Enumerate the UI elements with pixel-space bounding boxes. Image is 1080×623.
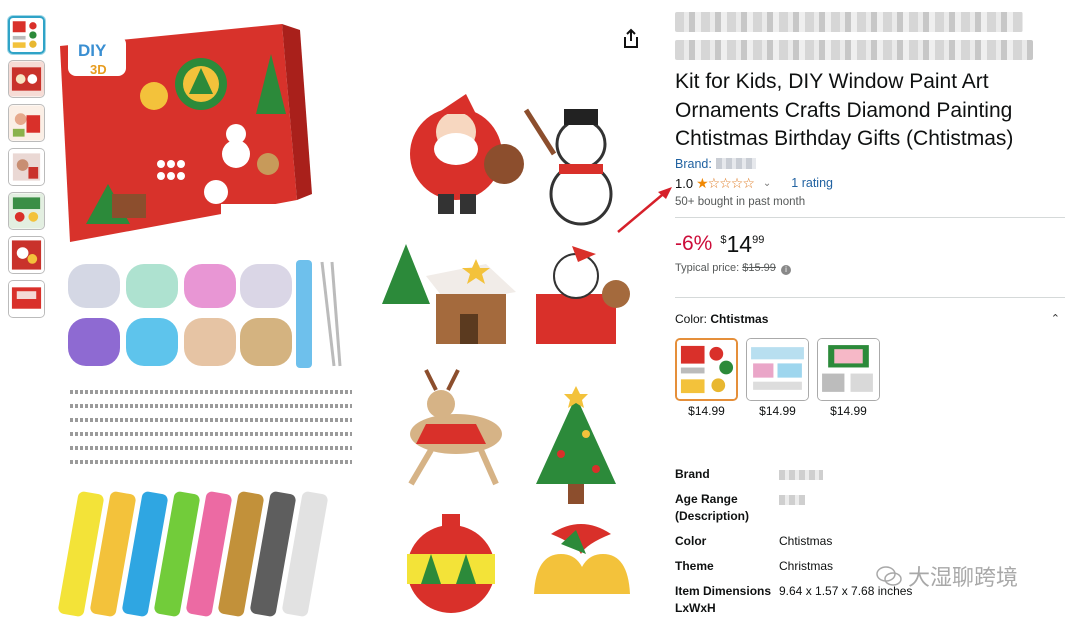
thumbnail-strip	[8, 16, 46, 324]
brand-value-blurred	[779, 469, 823, 480]
color-swatch[interactable]: $14.99	[675, 337, 738, 418]
brand-name-blurred	[715, 158, 756, 169]
info-icon[interactable]: i	[780, 264, 791, 275]
blurred-title-line-1	[675, 12, 1023, 32]
star-empty-icon: ☆	[719, 174, 732, 191]
spec-key: Age Range (Description)	[675, 492, 750, 523]
bought-count: 50+ bought in past month	[675, 195, 806, 208]
typical-price-label: Typical price:	[675, 261, 740, 274]
color-swatch[interactable]: $14.99	[817, 337, 880, 418]
color-swatches: $14.99 $14.99 $14.99	[675, 337, 1065, 418]
thumbnail-3[interactable]	[8, 104, 45, 142]
product-box-art: DIY 3D	[60, 24, 312, 242]
watermark: 大湿聊跨境	[876, 560, 1018, 592]
share-icon[interactable]	[621, 28, 641, 50]
product-info-panel: Kit for Kids, DIY Window Paint Art Ornam…	[675, 12, 1065, 418]
annotation-arrow	[617, 187, 672, 233]
thumbnail-1[interactable]	[8, 16, 45, 54]
wechat-icon	[876, 566, 902, 586]
main-product-image[interactable]: DIY 3D	[56, 14, 646, 619]
thumbnail-6[interactable]	[8, 236, 45, 274]
color-label: Color:	[675, 311, 708, 326]
brand-label: Brand:	[675, 156, 712, 171]
swatch-price: $14.99	[759, 403, 796, 418]
swatch-image	[675, 337, 738, 401]
age-value-blurred	[779, 494, 805, 505]
spec-key: Color	[675, 534, 707, 548]
star-empty-icon: ☆	[730, 174, 744, 191]
spec-key: Item Dimensions LxWxH	[675, 584, 772, 615]
swatch-price: $14.99	[688, 403, 725, 418]
brand-link[interactable]: Brand:	[675, 157, 1065, 171]
spec-row: Brand	[675, 466, 975, 483]
thumbnail-5[interactable]	[8, 192, 45, 230]
spec-value	[779, 466, 823, 483]
typical-price-value: $15.99	[742, 261, 776, 274]
spec-row: Color Chtistmas	[675, 533, 975, 550]
rating-row: 1.0 ★ ☆ ☆ ☆ ☆ ⌄ 1 rating	[675, 175, 1065, 192]
spec-key: Brand	[675, 467, 710, 481]
thumbnail-4[interactable]	[8, 148, 45, 186]
spec-key: Theme	[675, 559, 714, 573]
typical-price: Typical price: $15.99 i	[675, 262, 1065, 275]
thumbnail-2[interactable]	[8, 60, 45, 98]
price-block: -6% $ 14 99	[675, 232, 1065, 256]
product-title: Kit for Kids, DIY Window Paint Art Ornam…	[675, 70, 1014, 150]
price-fraction: 99	[752, 233, 765, 246]
star-rating[interactable]: ★ ☆ ☆ ☆ ☆	[696, 174, 755, 192]
star-icon: ★	[696, 174, 709, 191]
divider	[675, 296, 1065, 298]
rating-value: 1.0	[675, 175, 694, 191]
swatch-price: $14.99	[830, 403, 867, 418]
spec-table: Brand Age Range (Description) Color Chti…	[675, 466, 975, 623]
box-subtitle: 3D	[90, 62, 107, 77]
spec-value	[779, 491, 805, 525]
spec-value: Chtistmas	[779, 534, 833, 548]
spec-row: Age Range (Description)	[675, 491, 975, 525]
chevron-up-icon[interactable]: ⌃	[1051, 312, 1060, 326]
swatch-image	[817, 337, 880, 401]
rating-count-link[interactable]: 1 rating	[791, 176, 833, 190]
color-value: Chtistmas	[710, 311, 769, 326]
discount-percent: -6%	[675, 231, 713, 255]
star-empty-icon: ☆	[742, 174, 755, 191]
color-selector-header[interactable]: Color: Chtistmas ⌃	[675, 312, 1060, 326]
star-empty-icon: ☆	[707, 174, 721, 191]
thumbnail-7[interactable]	[8, 280, 45, 318]
chevron-down-icon[interactable]: ⌄	[763, 178, 771, 189]
price-whole: 14	[726, 230, 753, 257]
blurred-title-line-2	[675, 40, 1033, 60]
divider	[675, 216, 1065, 218]
box-logo: DIY	[78, 41, 107, 60]
color-swatch[interactable]: $14.99	[746, 337, 809, 418]
watermark-text: 大湿聊跨境	[908, 565, 1019, 590]
swatch-image	[746, 337, 809, 401]
spec-value: Christmas	[779, 559, 834, 573]
